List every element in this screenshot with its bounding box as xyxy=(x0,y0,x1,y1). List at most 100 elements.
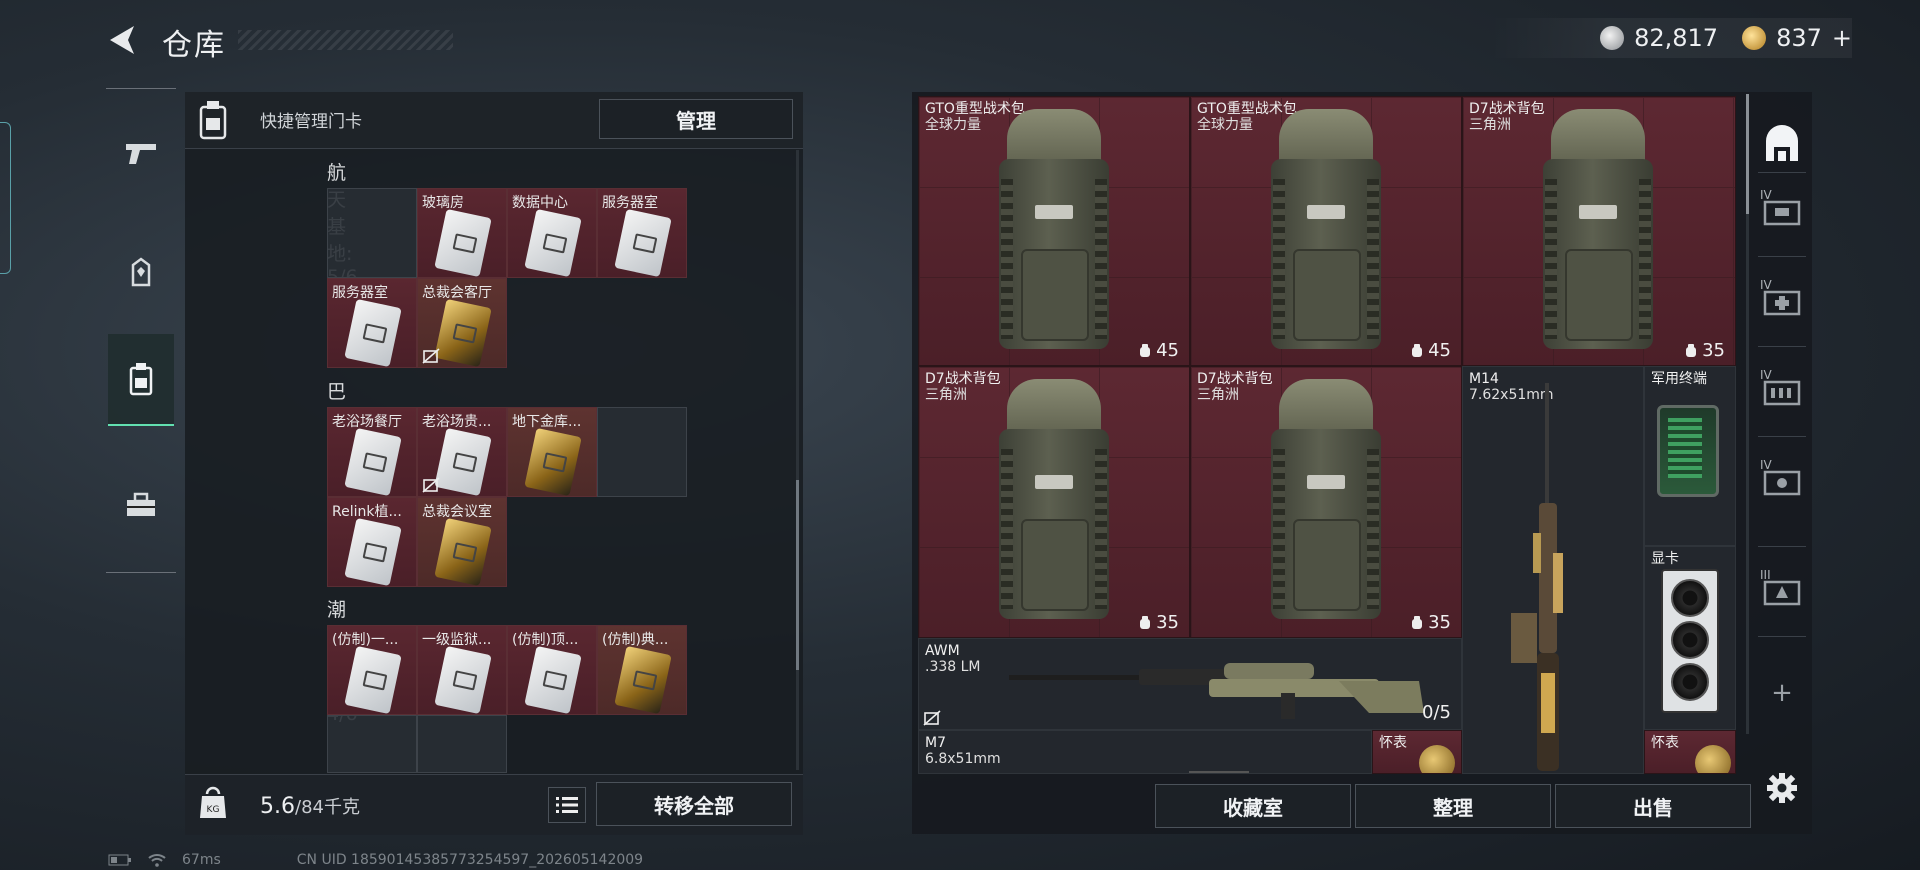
keycard-name: 总裁会客厅 xyxy=(422,285,492,301)
stash-item-backpack[interactable]: GTO重型战术包 全球力量 45 xyxy=(1190,96,1462,366)
m14-rifle-image xyxy=(1511,383,1563,771)
keycard-slot[interactable]: 玻璃房 xyxy=(417,188,507,278)
keycard-slot-empty[interactable] xyxy=(597,407,687,497)
item-capacity: 35 xyxy=(1410,612,1451,633)
weight-current: 5.6 xyxy=(260,794,295,819)
keycard-holder-icon xyxy=(129,363,153,396)
item-name: AWM xyxy=(925,643,960,659)
toolbox-icon xyxy=(127,492,155,516)
sort-button[interactable]: 整理 xyxy=(1355,784,1551,828)
nav-tools[interactable] xyxy=(108,460,174,550)
category-nav xyxy=(106,88,176,573)
stash-tab-4[interactable]: IV xyxy=(1752,450,1812,514)
collection-room-button[interactable]: 收藏室 xyxy=(1155,784,1351,828)
stash-scroll-thumb[interactable] xyxy=(1746,94,1749,214)
stash-item-backpack[interactable]: D7战术背包 三角洲 35 xyxy=(1190,366,1462,638)
stash-tab-5[interactable]: III xyxy=(1752,560,1812,624)
medical-box-icon xyxy=(1763,290,1801,316)
keycard-slot[interactable]: 一级监狱... xyxy=(417,625,507,715)
stash-tab-3[interactable]: IV xyxy=(1752,360,1812,424)
item-name: D7战术背包 xyxy=(1197,371,1273,387)
add-currency-button[interactable]: + xyxy=(1832,24,1852,52)
stash-tab-1[interactable]: IV xyxy=(1752,180,1812,244)
keycard-image xyxy=(614,208,672,278)
tier-label: IV xyxy=(1760,188,1772,202)
item-capacity: 45 xyxy=(1138,340,1179,361)
keycard-slot-empty[interactable] xyxy=(327,715,417,773)
keycard-slot[interactable]: 数据中心 xyxy=(507,188,597,278)
keycard-name: 老浴场贵... xyxy=(422,414,492,430)
backpack-image xyxy=(1271,379,1381,629)
stash-item-m14[interactable]: M14 7.62x51mm xyxy=(1462,366,1644,774)
stash-item-backpack[interactable]: D7战术背包 三角洲 35 xyxy=(918,366,1190,638)
stash-item-backpack[interactable]: GTO重型战术包 全球力量 45 xyxy=(918,96,1190,366)
settings-button[interactable] xyxy=(1752,768,1812,808)
nav-weapons[interactable] xyxy=(108,108,174,198)
toolbar-divider xyxy=(1758,436,1806,437)
add-stash-tab-button[interactable]: + xyxy=(1752,676,1812,710)
currency-bar: 82,817 837 + xyxy=(1490,18,1852,58)
tier-label: IV xyxy=(1760,458,1772,472)
keycard-scroll-thumb[interactable] xyxy=(796,480,799,670)
capacity-icon xyxy=(1412,615,1423,629)
stash-item-m7[interactable]: M7 6.8x51mm xyxy=(918,730,1372,774)
keycard-slot[interactable]: 服务器室 xyxy=(327,278,417,368)
keycard-slot[interactable]: (仿制)典... xyxy=(597,625,687,715)
side-drawer-handle[interactable] xyxy=(0,122,11,274)
keycard-slot[interactable]: 老浴场贵... xyxy=(417,407,507,497)
equipment-icon xyxy=(131,257,151,287)
stash-item-military-terminal[interactable]: 军用终端 xyxy=(1644,366,1736,546)
sell-button[interactable]: 出售 xyxy=(1555,784,1751,828)
item-brand: 三角洲 xyxy=(1197,387,1239,403)
capacity-icon xyxy=(1412,343,1423,357)
wifi-icon xyxy=(148,854,166,867)
pocket-watch-image xyxy=(1419,745,1455,773)
no-trade-icon xyxy=(923,710,941,726)
keycard-scrollbar[interactable] xyxy=(796,150,799,770)
tier-label: IV xyxy=(1760,278,1772,292)
stash-item-pocket-watch[interactable]: 怀表 xyxy=(1644,730,1736,774)
nav-gear[interactable] xyxy=(108,228,174,318)
backpack-image xyxy=(999,109,1109,359)
keycard-name: 一级监狱... xyxy=(422,632,492,648)
stash-tab-2[interactable]: IV xyxy=(1752,270,1812,334)
keycard-slot-empty[interactable] xyxy=(327,188,417,278)
item-name: 显卡 xyxy=(1651,551,1679,567)
keycard-slot[interactable]: 老浴场餐厅 xyxy=(327,407,417,497)
nav-divider xyxy=(106,572,176,573)
item-caliber: 6.8x51mm xyxy=(925,751,1001,767)
terminal-image xyxy=(1657,405,1719,497)
item-name: D7战术背包 xyxy=(1469,101,1545,117)
stash-item-pocket-watch[interactable]: 怀表 xyxy=(1372,730,1462,774)
item-capacity: 45 xyxy=(1410,340,1451,361)
keycard-slot[interactable]: 地下金库... xyxy=(507,407,597,497)
capacity-icon xyxy=(1686,343,1697,357)
keycard-slot[interactable]: Relink植... xyxy=(327,497,417,587)
ping-readout: 67ms xyxy=(182,852,221,868)
status-bar: 67ms CN UID 1859014538577325459​7_202605… xyxy=(108,852,643,868)
keycard-image xyxy=(434,208,492,278)
keycard-slot[interactable]: (仿制)一... xyxy=(327,625,417,715)
tier-label: III xyxy=(1760,568,1771,582)
keycard-image xyxy=(344,645,402,715)
keycard-slot-empty[interactable] xyxy=(417,715,507,773)
keycard-slot[interactable]: (仿制)顶... xyxy=(507,625,597,715)
transfer-all-button[interactable]: 转移全部 xyxy=(596,782,792,826)
stash-item-graphics-card[interactable]: 显卡 xyxy=(1644,546,1736,730)
list-view-button[interactable] xyxy=(548,787,586,823)
keycard-slot[interactable]: 总裁会议室 xyxy=(417,497,507,587)
back-arrow-icon[interactable] xyxy=(104,22,140,58)
keycard-image xyxy=(344,517,402,587)
keycard-slot[interactable]: 服务器室 xyxy=(597,188,687,278)
stash-tab-home[interactable] xyxy=(1752,120,1812,170)
stash-item-backpack[interactable]: D7战术背包 三角洲 35 xyxy=(1462,96,1736,366)
m7-rifle-image xyxy=(1189,771,1249,773)
page-title: 仓库 xyxy=(162,28,226,63)
backpack-image xyxy=(999,379,1109,629)
keycard-name: 玻璃房 xyxy=(422,195,464,211)
keycard-name: 地下金库... xyxy=(512,414,582,430)
nav-keycards[interactable] xyxy=(108,334,174,426)
manage-button[interactable]: 管理 xyxy=(599,99,793,139)
keycard-slot[interactable]: 总裁会客厅 xyxy=(417,278,507,368)
stash-item-awm[interactable]: AWM .338 LM 0/5 xyxy=(918,638,1462,730)
